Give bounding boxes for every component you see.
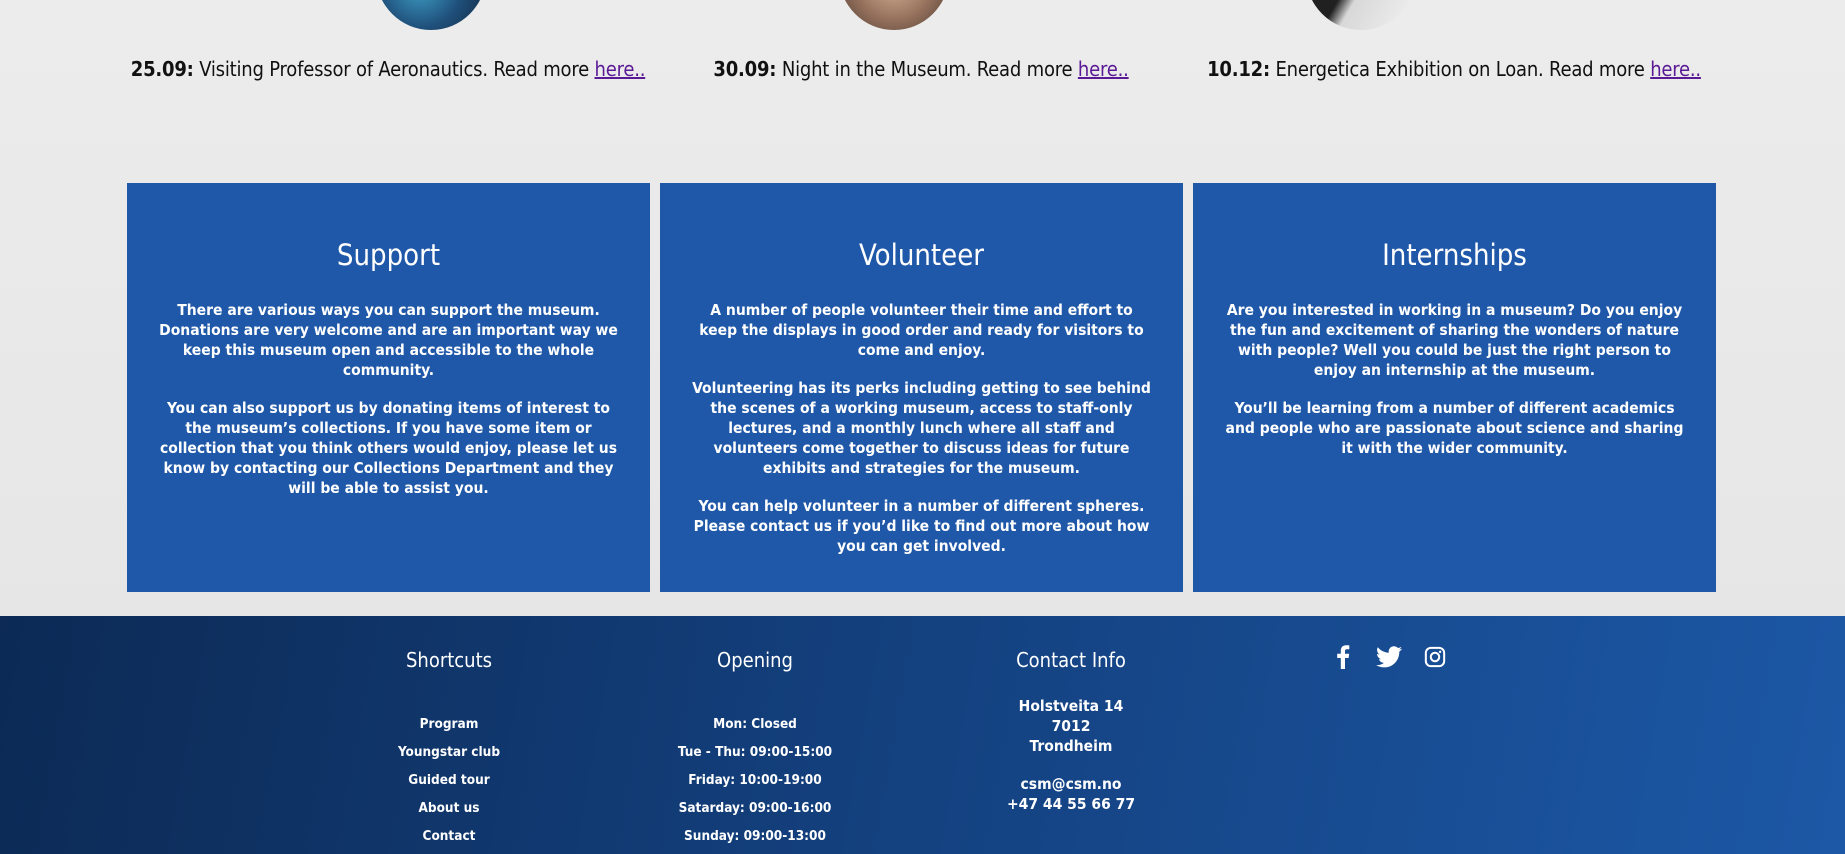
news-text: 25.09: Visiting Professor of Aeronautics… (108, 57, 668, 81)
news-text: 30.09: Night in the Museum. Read more he… (641, 57, 1201, 81)
card-body: A number of people volunteer their time … (690, 300, 1153, 556)
news-date: 30.09: (713, 57, 777, 81)
footer-heading: Contact Info (1016, 648, 1126, 672)
contact-email[interactable]: csm@csm.no (961, 774, 1181, 794)
twitter-icon[interactable] (1376, 644, 1402, 670)
card-paragraph: There are various ways you can support t… (159, 301, 618, 379)
opening-hours-item: Mon: Closed (713, 716, 797, 732)
shortcut-link-program[interactable]: Program (420, 716, 479, 732)
shortcut-link-contact[interactable]: Contact (423, 828, 476, 844)
contact-city: Trondheim (1029, 737, 1113, 755)
facebook-icon[interactable] (1330, 644, 1356, 670)
contact-address: Holstveita 14 7012 Trondheim csm@csm.no … (961, 696, 1181, 814)
opening-hours-item: Satarday: 09:00-16:00 (678, 800, 832, 816)
news-item: 10.12: Energetica Exhibition on Loan. Re… (1174, 0, 1734, 120)
news-headline: Visiting Professor of Aeronautics. Read … (199, 57, 595, 81)
list-item: Guided tour (339, 766, 559, 794)
news-thumbnail[interactable] (839, 0, 949, 30)
card-title: Support (336, 238, 441, 272)
contact-phone[interactable]: +47 44 55 66 77 (961, 794, 1181, 814)
shortcut-link-about-us[interactable]: About us (418, 800, 479, 816)
opening-hours-list: Mon: Closed Tue - Thu: 09:00-15:00 Frida… (645, 710, 865, 850)
news-read-more-link[interactable]: here.. (595, 57, 646, 81)
opening-hours-item: Tue - Thu: 09:00-15:00 (677, 744, 833, 760)
card-paragraph: You can help volunteer in a number of di… (693, 497, 1150, 555)
instagram-icon[interactable] (1422, 644, 1448, 670)
contact-street: Holstveita 14 (1018, 697, 1124, 715)
footer-heading: Shortcuts (405, 648, 492, 672)
contact-postcode: 7012 (1051, 717, 1091, 735)
card-paragraph: You’ll be learning from a number of diff… (1225, 399, 1684, 457)
list-item: Youngstar club (339, 738, 559, 766)
opening-hours-item: Friday: 10:00-19:00 (688, 772, 822, 788)
news-item: 25.09: Visiting Professor of Aeronautics… (108, 0, 668, 120)
shortcuts-list: Program Youngstar club Guided tour About… (339, 710, 559, 850)
footer-heading: Opening (717, 648, 793, 672)
news-date: 25.09: (130, 57, 194, 81)
card-paragraph: Volunteering has its perks including get… (692, 379, 1151, 477)
news-thumbnail[interactable] (376, 0, 486, 30)
shortcut-link-youngstar-club[interactable]: Youngstar club (398, 744, 500, 760)
news-row: 25.09: Visiting Professor of Aeronautics… (0, 0, 1845, 120)
list-item: Contact (339, 822, 559, 850)
news-thumbnail[interactable] (1306, 0, 1416, 30)
list-item: About us (339, 794, 559, 822)
card-paragraph: Are you interested in working in a museu… (1226, 301, 1683, 379)
card-title: Volunteer (859, 238, 984, 272)
news-headline: Night in the Museum. Read more (781, 57, 1078, 81)
card-body: Are you interested in working in a museu… (1223, 300, 1686, 458)
news-date: 10.12: (1207, 57, 1270, 81)
card-paragraph: A number of people volunteer their time … (699, 301, 1144, 359)
footer-opening-hours: Opening Mon: Closed Tue - Thu: 09:00-15:… (645, 650, 865, 850)
footer-contact-info: Contact Info Holstveita 14 7012 Trondhei… (961, 650, 1181, 814)
news-text: 10.12: Energetica Exhibition on Loan. Re… (1174, 57, 1734, 81)
social-links (1330, 644, 1448, 670)
list-item: Program (339, 710, 559, 738)
news-headline: Energetica Exhibition on Loan. Read more (1275, 57, 1651, 81)
footer-shortcuts: Shortcuts Program Youngstar club Guided … (339, 650, 559, 850)
shortcut-link-guided-tour[interactable]: Guided tour (408, 772, 489, 788)
news-read-more-link[interactable]: here.. (1078, 57, 1129, 81)
news-item: 30.09: Night in the Museum. Read more he… (641, 0, 1201, 120)
site-footer: Shortcuts Program Youngstar club Guided … (0, 616, 1845, 854)
card-paragraph: You can also support us by donating item… (159, 399, 617, 497)
news-read-more-link[interactable]: here.. (1650, 57, 1701, 81)
opening-hours-item: Sunday: 09:00-13:00 (684, 828, 826, 844)
support-card: Support There are various ways you can s… (127, 183, 650, 592)
volunteer-card: Volunteer A number of people volunteer t… (660, 183, 1183, 592)
card-body: There are various ways you can support t… (157, 300, 620, 498)
internships-card: Internships Are you interested in workin… (1193, 183, 1716, 592)
card-title: Internships (1382, 238, 1527, 272)
